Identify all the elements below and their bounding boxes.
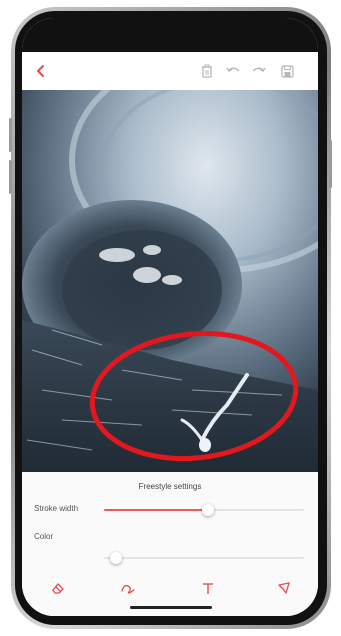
- color-label: Color: [34, 532, 54, 541]
- app-screen: Freestyle settings Stroke width Color: [22, 18, 318, 616]
- color-slider[interactable]: [104, 552, 304, 564]
- tool-bar: [22, 578, 318, 602]
- notch: [105, 18, 235, 40]
- redo-icon[interactable]: [250, 62, 268, 80]
- home-indicator[interactable]: [130, 606, 212, 609]
- editor-toolbar: [22, 52, 318, 90]
- photo-image: [22, 90, 318, 472]
- freestyle-settings-panel: Freestyle settings Stroke width Color: [22, 472, 318, 616]
- freestyle-pen-icon[interactable]: [118, 578, 138, 598]
- eraser-icon[interactable]: [48, 578, 68, 598]
- stroke-width-label: Stroke width: [34, 504, 79, 513]
- side-button-left: [9, 118, 12, 152]
- side-button-right: [329, 140, 332, 188]
- text-tool-icon[interactable]: [198, 578, 218, 598]
- stroke-width-thumb[interactable]: [202, 504, 214, 516]
- undo-icon[interactable]: [224, 62, 242, 80]
- stroke-width-fill: [104, 509, 208, 511]
- trash-icon[interactable]: [198, 62, 216, 80]
- color-thumb[interactable]: [110, 552, 122, 564]
- shape-tool-icon[interactable]: [274, 578, 294, 598]
- settings-title: Freestyle settings: [138, 482, 202, 491]
- edited-photo[interactable]: [22, 90, 318, 472]
- stroke-width-slider[interactable]: [104, 504, 304, 516]
- save-icon[interactable]: [278, 62, 296, 80]
- side-button-left-2: [9, 160, 12, 194]
- back-arrow-icon[interactable]: [32, 62, 50, 80]
